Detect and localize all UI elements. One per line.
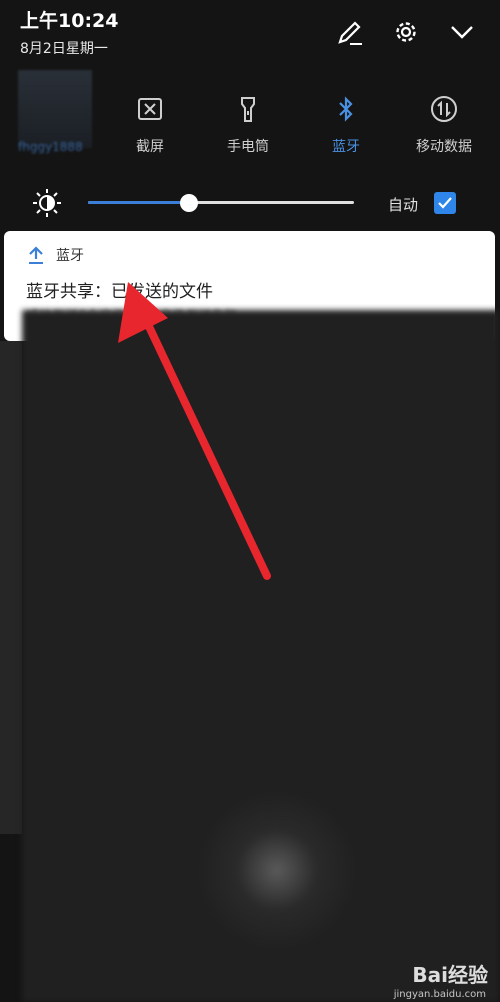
- status-time: 上午10:24: [20, 10, 119, 32]
- tile-mobile-data-label: 移动数据: [416, 139, 472, 155]
- brightness-slider-knob[interactable]: [180, 194, 199, 212]
- notification-title: 蓝牙共享：已发送的文件: [26, 282, 213, 302]
- tile-mobile-data[interactable]: 移动数据: [394, 88, 494, 156]
- baidu-watermark: Bai经验: [412, 963, 488, 987]
- blurred-background: [22, 310, 500, 1002]
- brightness-slider[interactable]: [88, 194, 354, 212]
- brightness-icon: [32, 188, 62, 222]
- tile-screenshot-label: 截屏: [136, 139, 164, 155]
- brightness-row: 自动: [0, 186, 500, 220]
- edit-icon[interactable]: [332, 14, 368, 50]
- notification-app-name: 蓝牙: [56, 248, 84, 264]
- chevron-down-icon[interactable]: [444, 14, 480, 50]
- background-edge: [0, 341, 22, 834]
- screenshot-icon: [100, 88, 200, 130]
- tile-bluetooth-label: 蓝牙: [332, 139, 360, 155]
- brightness-slider-fill: [88, 201, 190, 204]
- watermark-url: jingyan.baidu.com: [393, 989, 486, 1000]
- auto-brightness-checkbox[interactable]: [434, 192, 456, 214]
- status-date: 8月2日星期一: [20, 41, 108, 57]
- checkmark-icon: [438, 197, 452, 209]
- tile-flashlight-label: 手电筒: [227, 139, 269, 155]
- auto-brightness-label: 自动: [388, 196, 419, 214]
- tile-flashlight[interactable]: 手电筒: [198, 88, 298, 156]
- bluetooth-icon: [296, 88, 396, 130]
- flashlight-icon: [198, 88, 298, 130]
- mobile-data-icon: [394, 88, 494, 130]
- notification-header: 蓝牙: [26, 245, 84, 265]
- settings-gear-icon[interactable]: [388, 14, 424, 50]
- tile-bluetooth[interactable]: 蓝牙: [296, 88, 396, 156]
- tile-screenshot[interactable]: 截屏: [100, 88, 200, 156]
- upload-arrow-icon: [29, 246, 43, 264]
